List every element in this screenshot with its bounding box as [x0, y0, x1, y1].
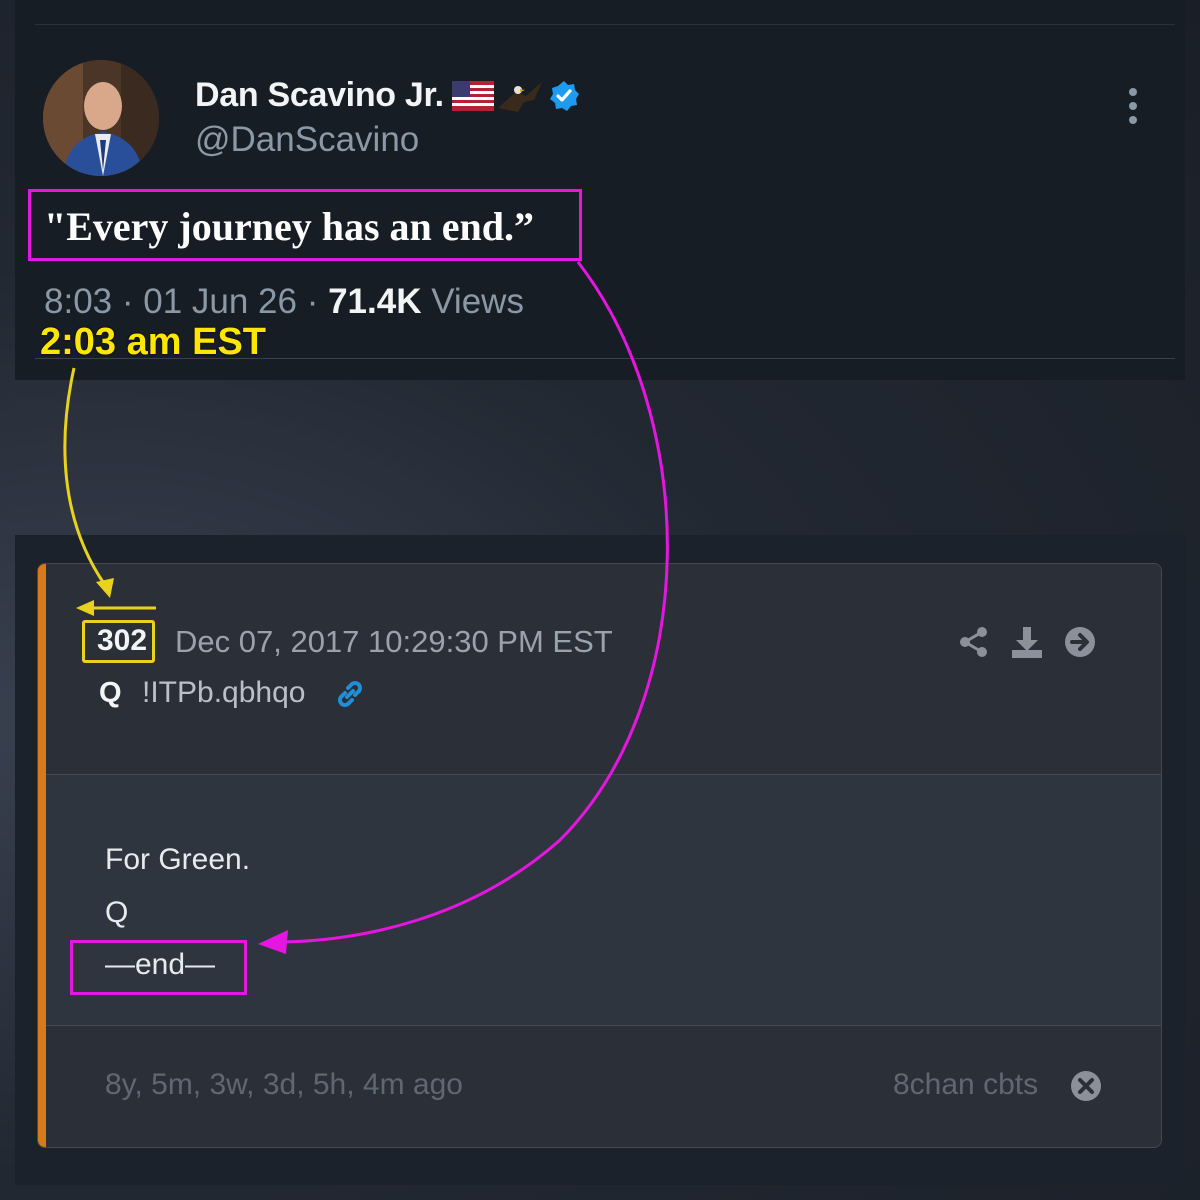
post-accent-bar — [38, 564, 46, 1147]
tweet-text: "Every journey has an end.” — [44, 204, 535, 249]
tweet-time[interactable]: 8:03 · 01 Jun 26 · — [44, 282, 328, 321]
divider — [35, 24, 1175, 25]
post-tripcode: !ITPb.qbhqo — [142, 676, 306, 709]
post-header — [46, 564, 1161, 774]
avatar[interactable] — [43, 60, 159, 176]
display-name[interactable]: Dan Scavino Jr. — [195, 76, 444, 115]
views-count: 71.4K — [328, 282, 422, 321]
download-icon[interactable] — [1010, 626, 1044, 665]
post-author: Q — [99, 677, 122, 709]
eagle-icon — [496, 78, 546, 119]
close-icon[interactable] — [1070, 1070, 1102, 1107]
views-label: Views — [421, 282, 524, 321]
share-icon[interactable] — [958, 626, 990, 663]
tweet-meta: 8:03 · 01 Jun 26 · 71.4K Views — [44, 282, 524, 322]
post-body-line: For Green. — [105, 843, 251, 876]
open-arrow-icon[interactable] — [1064, 626, 1096, 663]
end-highlight-box — [70, 940, 247, 995]
divider — [35, 358, 1175, 359]
post-source: 8chan cbts — [893, 1068, 1039, 1101]
post-date: Dec 07, 2017 10:29:30 PM EST — [175, 624, 613, 659]
link-icon[interactable] — [333, 677, 367, 716]
more-options-icon[interactable] — [1123, 86, 1143, 131]
post-age: 8y, 5m, 3w, 3d, 5h, 4m ago — [105, 1068, 463, 1101]
post-body-line: Q — [105, 896, 129, 929]
verified-badge-icon — [548, 80, 580, 117]
tweet-card: Dan Scavino Jr. @DanScavino "Every journ… — [15, 0, 1185, 380]
us-flag-icon — [452, 81, 494, 116]
user-handle[interactable]: @DanScavino — [195, 120, 419, 160]
post-number[interactable]: 302 — [97, 624, 147, 658]
